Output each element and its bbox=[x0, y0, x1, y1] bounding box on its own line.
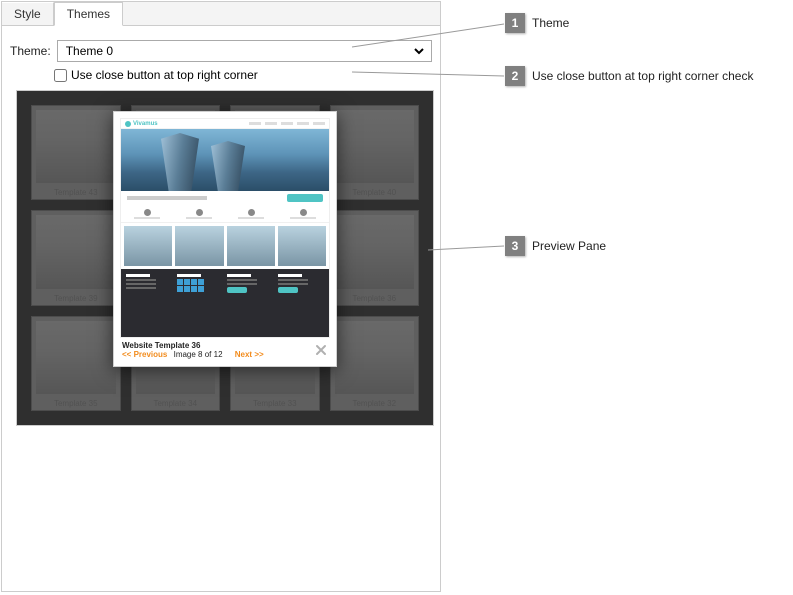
callout-badge-3: 3 bbox=[505, 236, 525, 256]
lightbox-image: Vivamus bbox=[120, 118, 330, 338]
thumbnail[interactable]: Template 36 bbox=[330, 210, 420, 305]
lightbox-next[interactable]: Next >> bbox=[235, 350, 264, 359]
theme-row: Theme: Theme 0 bbox=[10, 40, 432, 62]
close-icon[interactable] bbox=[314, 343, 328, 357]
use-close-row: Use close button at top right corner bbox=[54, 68, 432, 82]
theme-label: Theme: bbox=[10, 44, 51, 58]
callout-badge-1: 1 bbox=[505, 13, 525, 33]
thumbnail[interactable]: Template 43 bbox=[31, 105, 121, 200]
callout-label-2: Use close button at top right corner che… bbox=[532, 69, 753, 83]
use-close-label: Use close button at top right corner bbox=[71, 68, 258, 82]
theme-dropdown[interactable]: Theme 0 bbox=[57, 40, 432, 62]
theme-select[interactable]: Theme 0 bbox=[62, 42, 427, 60]
preview-pane: Template 43 Template 42 Template 41 Temp… bbox=[16, 90, 434, 426]
tab-bar: Style Themes bbox=[2, 2, 440, 26]
use-close-checkbox[interactable] bbox=[54, 69, 67, 82]
callout-label-1: Theme bbox=[532, 16, 569, 30]
callout-badge-2: 2 bbox=[505, 66, 525, 86]
lightbox-bar: Website Template 36 << Previous Image 8 … bbox=[120, 338, 330, 360]
tab-content: Theme: Theme 0 Use close button at top r… bbox=[2, 26, 440, 440]
thumbnail[interactable]: Template 40 bbox=[330, 105, 420, 200]
page-brand: Vivamus bbox=[133, 121, 158, 127]
lightbox: Vivamus bbox=[113, 111, 337, 367]
lightbox-prev[interactable]: << Previous bbox=[122, 350, 167, 359]
lightbox-counter: Image 8 of 12 bbox=[174, 350, 223, 359]
tab-style[interactable]: Style bbox=[2, 2, 54, 25]
tab-themes[interactable]: Themes bbox=[54, 2, 123, 26]
thumbnail[interactable]: Template 32 bbox=[330, 316, 420, 411]
thumbnail[interactable]: Template 39 bbox=[31, 210, 121, 305]
callout-label-3: Preview Pane bbox=[532, 239, 606, 253]
themes-panel: Style Themes Theme: Theme 0 Use close bu… bbox=[1, 1, 441, 592]
lightbox-title: Website Template 36 bbox=[122, 341, 264, 350]
thumbnail[interactable]: Template 35 bbox=[31, 316, 121, 411]
